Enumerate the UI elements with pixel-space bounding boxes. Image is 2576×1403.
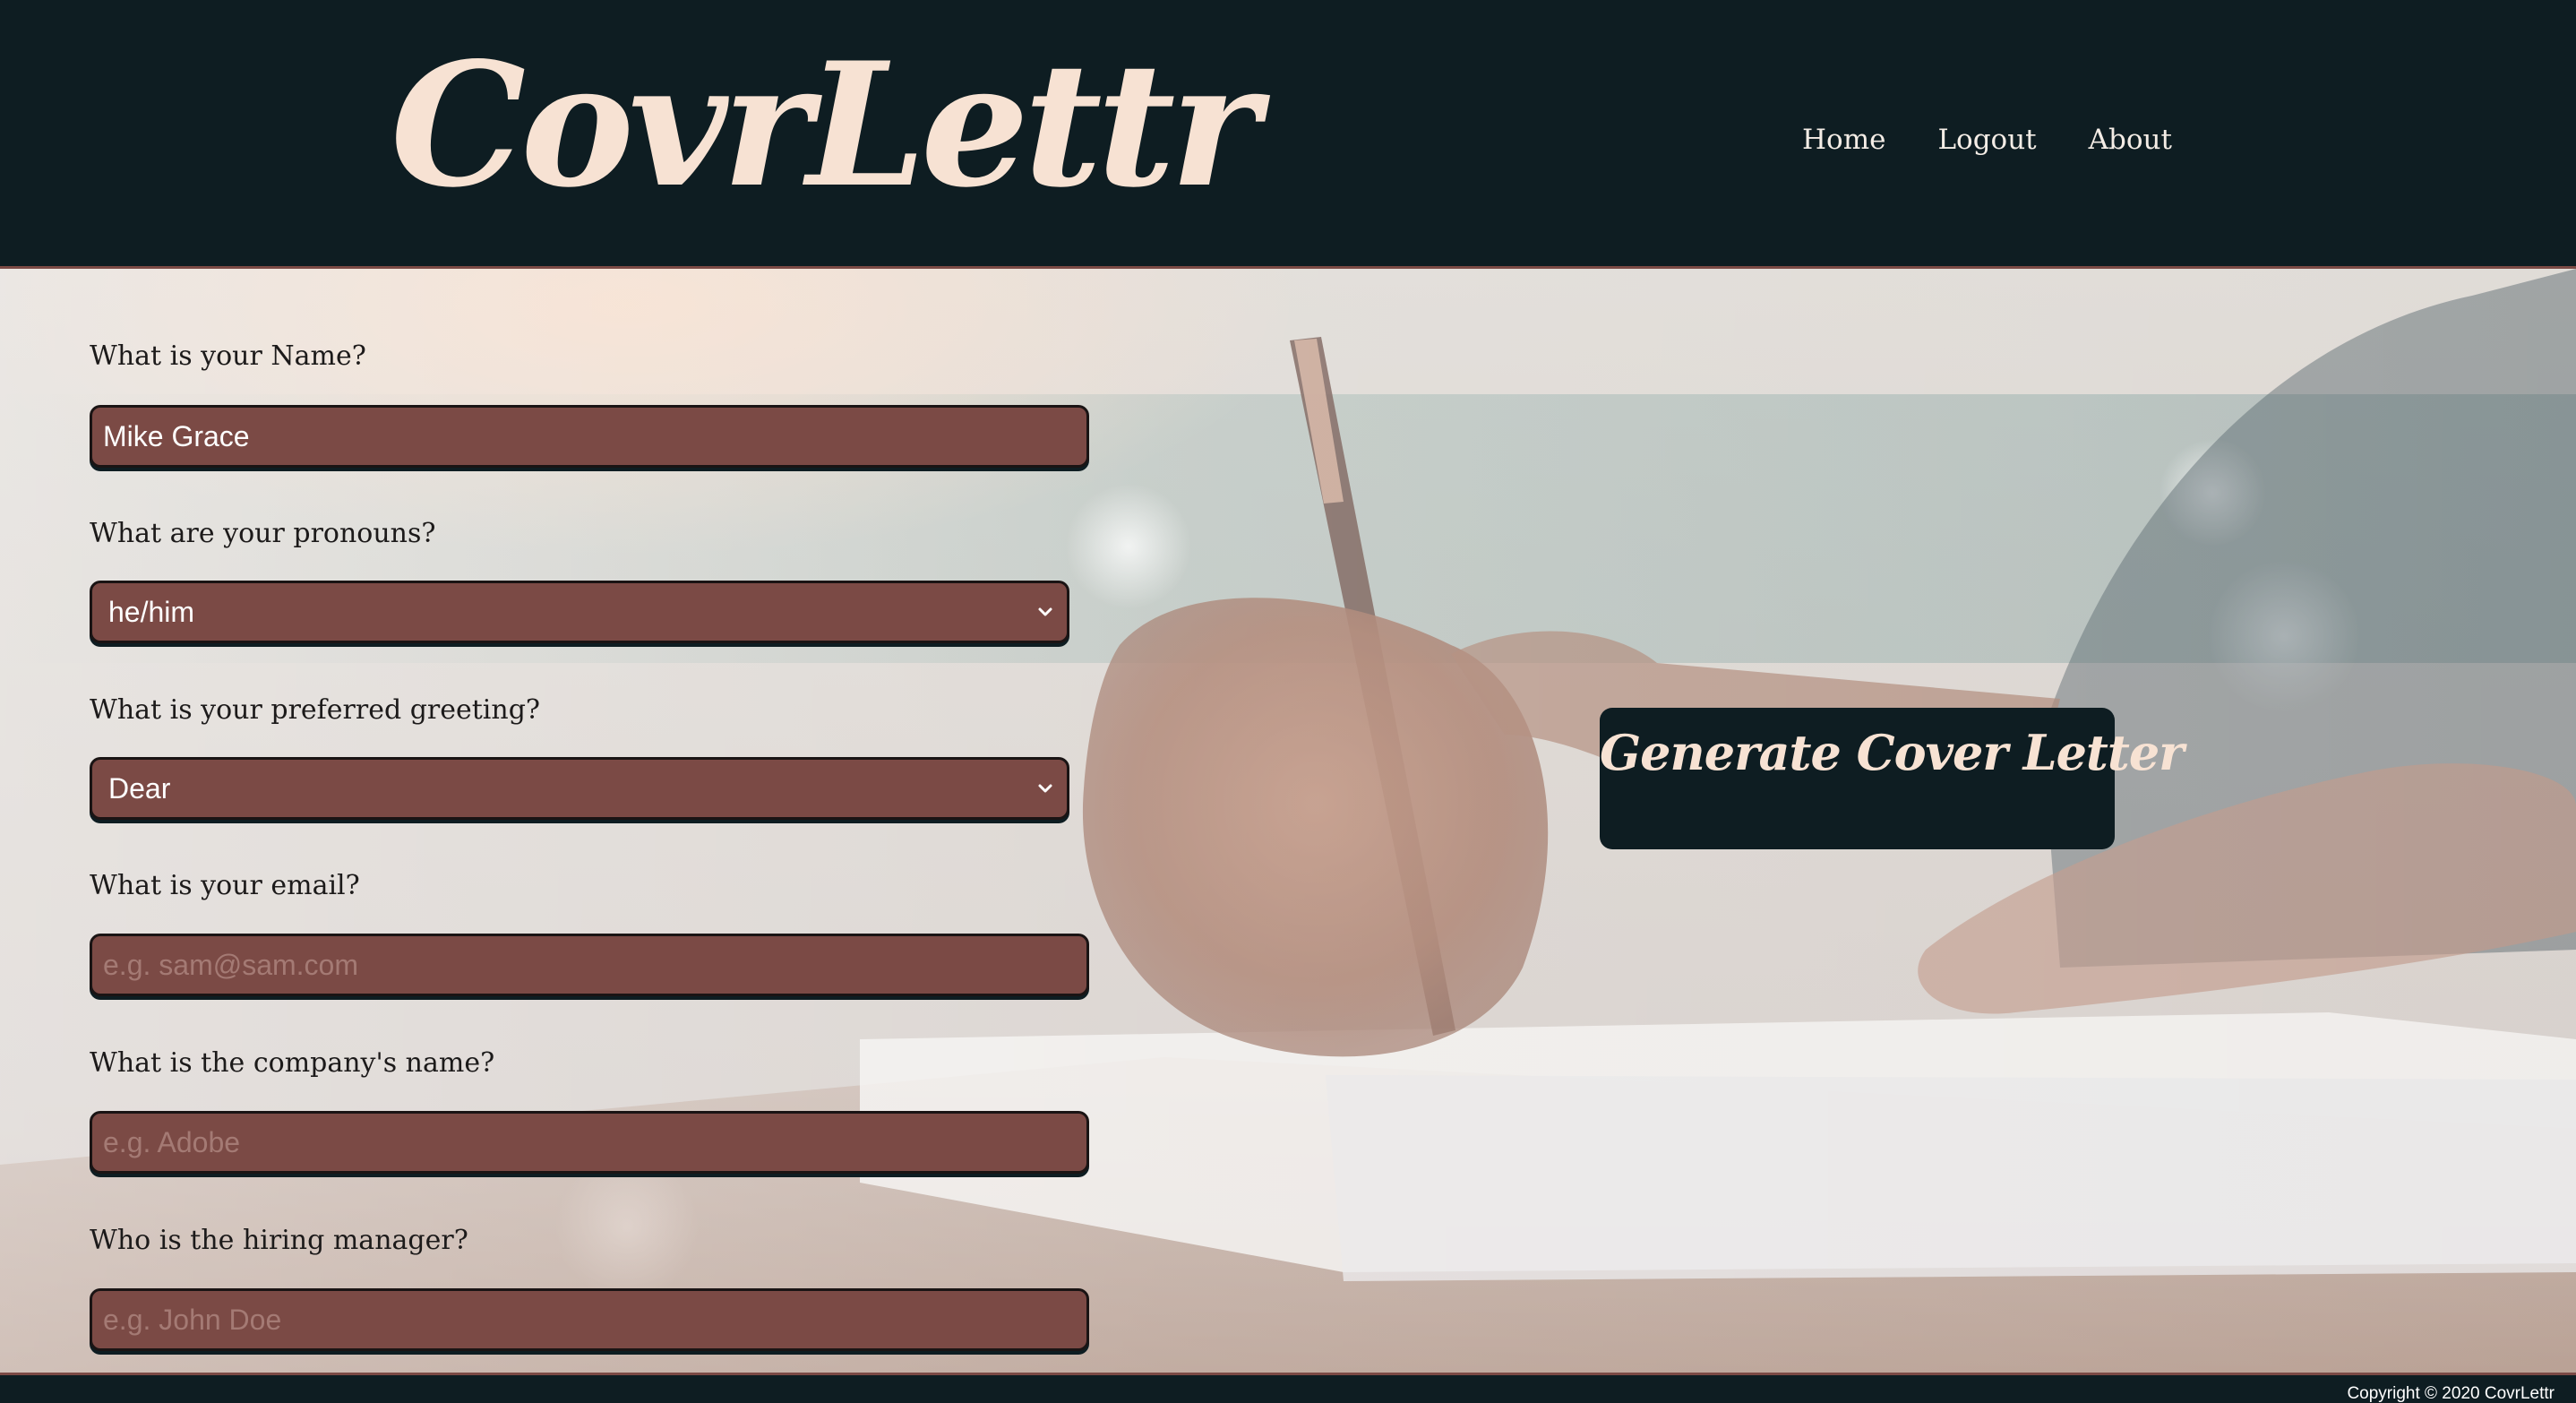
name-input[interactable] bbox=[90, 405, 1089, 468]
footer: Copyright © 2020 CovrLettr bbox=[0, 1373, 2576, 1403]
nav-bar: Home Logout About bbox=[1802, 124, 2172, 156]
copyright-text: Copyright © 2020 CovrLettr bbox=[2347, 1384, 2555, 1403]
nav-home-link[interactable]: Home bbox=[1802, 124, 1885, 156]
header: CovrLettr Home Logout About bbox=[0, 0, 2576, 269]
manager-label: Who is the hiring manager? bbox=[90, 1225, 468, 1256]
greeting-selected-value: Dear bbox=[108, 771, 171, 805]
greeting-label: What is your preferred greeting? bbox=[90, 694, 541, 726]
chevron-down-icon bbox=[1038, 784, 1052, 793]
name-label: What is your Name? bbox=[90, 340, 366, 372]
email-input[interactable] bbox=[90, 934, 1089, 996]
manager-input[interactable] bbox=[90, 1288, 1089, 1351]
chevron-down-icon bbox=[1038, 607, 1052, 616]
logo[interactable]: CovrLettr bbox=[391, 27, 1260, 224]
email-label: What is your email? bbox=[90, 870, 360, 901]
company-label: What is the company's name? bbox=[90, 1047, 495, 1079]
generate-cover-letter-button[interactable]: Generate Cover Letter bbox=[1600, 708, 2185, 849]
pronouns-selected-value: he/him bbox=[108, 595, 195, 628]
greeting-select[interactable]: Dear bbox=[90, 757, 1069, 820]
nav-logout-link[interactable]: Logout bbox=[1937, 124, 2036, 156]
company-input[interactable] bbox=[90, 1111, 1089, 1174]
generate-button-label: Generate Cover Letter bbox=[1600, 724, 2185, 781]
pronouns-label: What are your pronouns? bbox=[90, 518, 436, 549]
nav-about-link[interactable]: About bbox=[2089, 124, 2172, 156]
pronouns-select[interactable]: he/him bbox=[90, 581, 1069, 643]
